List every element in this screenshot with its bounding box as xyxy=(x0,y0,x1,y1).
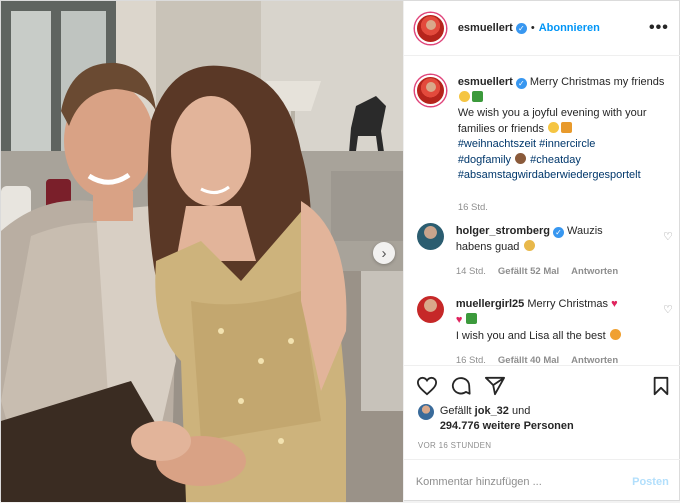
likes-prefix: Gefällt xyxy=(439,405,472,417)
photo-illustration xyxy=(1,1,403,502)
commenter-username[interactable]: muellergirl25 xyxy=(456,298,524,310)
more-icon[interactable]: ••• xyxy=(649,19,669,37)
hashtag[interactable]: #absamstagwirdaberwiedergesportelt xyxy=(458,169,641,181)
comment-item: holger_stromberg ✓ Wauzis habens guad 14 … xyxy=(416,223,673,280)
like-comment-heart-icon[interactable]: ♡ xyxy=(663,303,673,316)
post-caption: esmuellert ✓ Merry Christmas my friends W… xyxy=(414,75,673,215)
bookmark-icon[interactable] xyxy=(652,376,670,396)
next-photo-button[interactable]: › xyxy=(373,242,395,264)
verified-icon: ✓ xyxy=(515,22,527,34)
comments-section[interactable]: esmuellert ✓ Merry Christmas my friends W… xyxy=(404,57,680,365)
comment-body: muellergirl25 Merry Christmas ♥ ♥ I wish… xyxy=(456,296,641,365)
caption-author-avatar[interactable] xyxy=(414,75,446,106)
comment-likes[interactable]: Gefällt 40 Mal xyxy=(498,353,559,365)
comment-text-line-1: Merry Christmas xyxy=(527,298,609,310)
add-comment-bar: Posten xyxy=(403,459,680,503)
tree-emoji-icon xyxy=(471,90,483,102)
commenter-avatar[interactable] xyxy=(416,223,444,250)
post-actions: Gefällt jok_32 und 294.776 weitere Perso… xyxy=(403,365,680,503)
comment-likes[interactable]: Gefällt 52 Mal xyxy=(498,264,559,280)
comment-input[interactable] xyxy=(415,475,616,488)
likes-others[interactable]: 294.776 weitere Personen xyxy=(440,420,574,432)
gift-emoji-icon xyxy=(561,121,573,133)
follow-button[interactable]: Abonnieren xyxy=(539,22,600,34)
author-avatar[interactable] xyxy=(414,12,446,44)
verified-icon: ✓ xyxy=(552,227,564,238)
share-icon[interactable] xyxy=(484,376,506,396)
liker-username[interactable]: jok_32 xyxy=(475,405,509,417)
heart-icon[interactable] xyxy=(416,376,438,396)
dog-face-emoji-icon xyxy=(515,152,527,164)
hashtag[interactable]: #cheatday xyxy=(530,154,581,166)
verified-icon: ✓ xyxy=(515,78,527,89)
red-heart-emoji-icon: ♥ xyxy=(455,314,463,326)
comment-time[interactable]: 16 Std. xyxy=(456,353,486,365)
instagram-post: › esmuellert ✓ • Abonnieren ••• esmuelle… xyxy=(0,0,680,503)
red-heart-emoji-icon: ♥ xyxy=(611,298,618,310)
author-username[interactable]: esmuellert xyxy=(458,22,513,34)
liker-avatar[interactable] xyxy=(417,404,434,420)
comment-time[interactable]: 14 Std. xyxy=(456,264,486,280)
comment-item: muellergirl25 Merry Christmas ♥ ♥ I wish… xyxy=(416,296,673,365)
commenter-username[interactable]: holger_stromberg xyxy=(456,225,550,237)
hashtag[interactable]: #weihnachtszeit xyxy=(458,138,536,150)
commenter-avatar[interactable] xyxy=(416,296,444,323)
smile-emoji-icon xyxy=(548,121,560,133)
caption-line-1: Merry Christmas my friends xyxy=(529,76,665,88)
comment-icon[interactable] xyxy=(450,376,472,396)
comment-text-line-2: I wish you and Lisa all the best xyxy=(455,330,606,342)
post-time-ago[interactable]: VOR 16 STUNDEN xyxy=(418,441,492,450)
hashtag[interactable]: #innercircle xyxy=(539,138,595,150)
caption-time[interactable]: 16 Std. xyxy=(458,200,673,216)
dog-emoji-icon xyxy=(458,90,470,102)
reply-button[interactable]: Antworten xyxy=(571,264,618,280)
separator-dot: • xyxy=(530,22,535,34)
post-photo[interactable]: › xyxy=(1,1,403,502)
hand-emoji-icon xyxy=(523,240,535,251)
post-side-panel: esmuellert ✓ • Abonnieren ••• esmuellert… xyxy=(402,1,680,503)
comment-meta: 14 Std. Gefällt 52 Mal Antworten xyxy=(456,264,641,280)
reply-button[interactable]: Antworten xyxy=(571,353,618,365)
likes-conj: und xyxy=(511,405,531,417)
hashtag[interactable]: #dogfamily xyxy=(458,154,511,166)
tree-emoji-icon xyxy=(466,313,478,324)
likes-text: Gefällt jok_32 und 294.776 weitere Perso… xyxy=(440,404,574,434)
caption-text: esmuellert ✓ Merry Christmas my friends W… xyxy=(458,75,673,215)
post-header: esmuellert ✓ • Abonnieren ••• xyxy=(403,1,680,56)
caption-username[interactable]: esmuellert xyxy=(458,76,513,88)
like-comment-heart-icon[interactable]: ♡ xyxy=(663,230,673,243)
comment-body: holger_stromberg ✓ Wauzis habens guad 14 … xyxy=(456,223,641,280)
post-comment-button[interactable]: Posten xyxy=(632,476,669,488)
heart-eyes-emoji-icon xyxy=(609,329,621,340)
chevron-right-icon: › xyxy=(381,244,387,262)
likes-summary: Gefällt jok_32 und 294.776 weitere Perso… xyxy=(417,404,574,434)
comment-meta: 16 Std. Gefällt 40 Mal Antworten xyxy=(456,353,641,365)
